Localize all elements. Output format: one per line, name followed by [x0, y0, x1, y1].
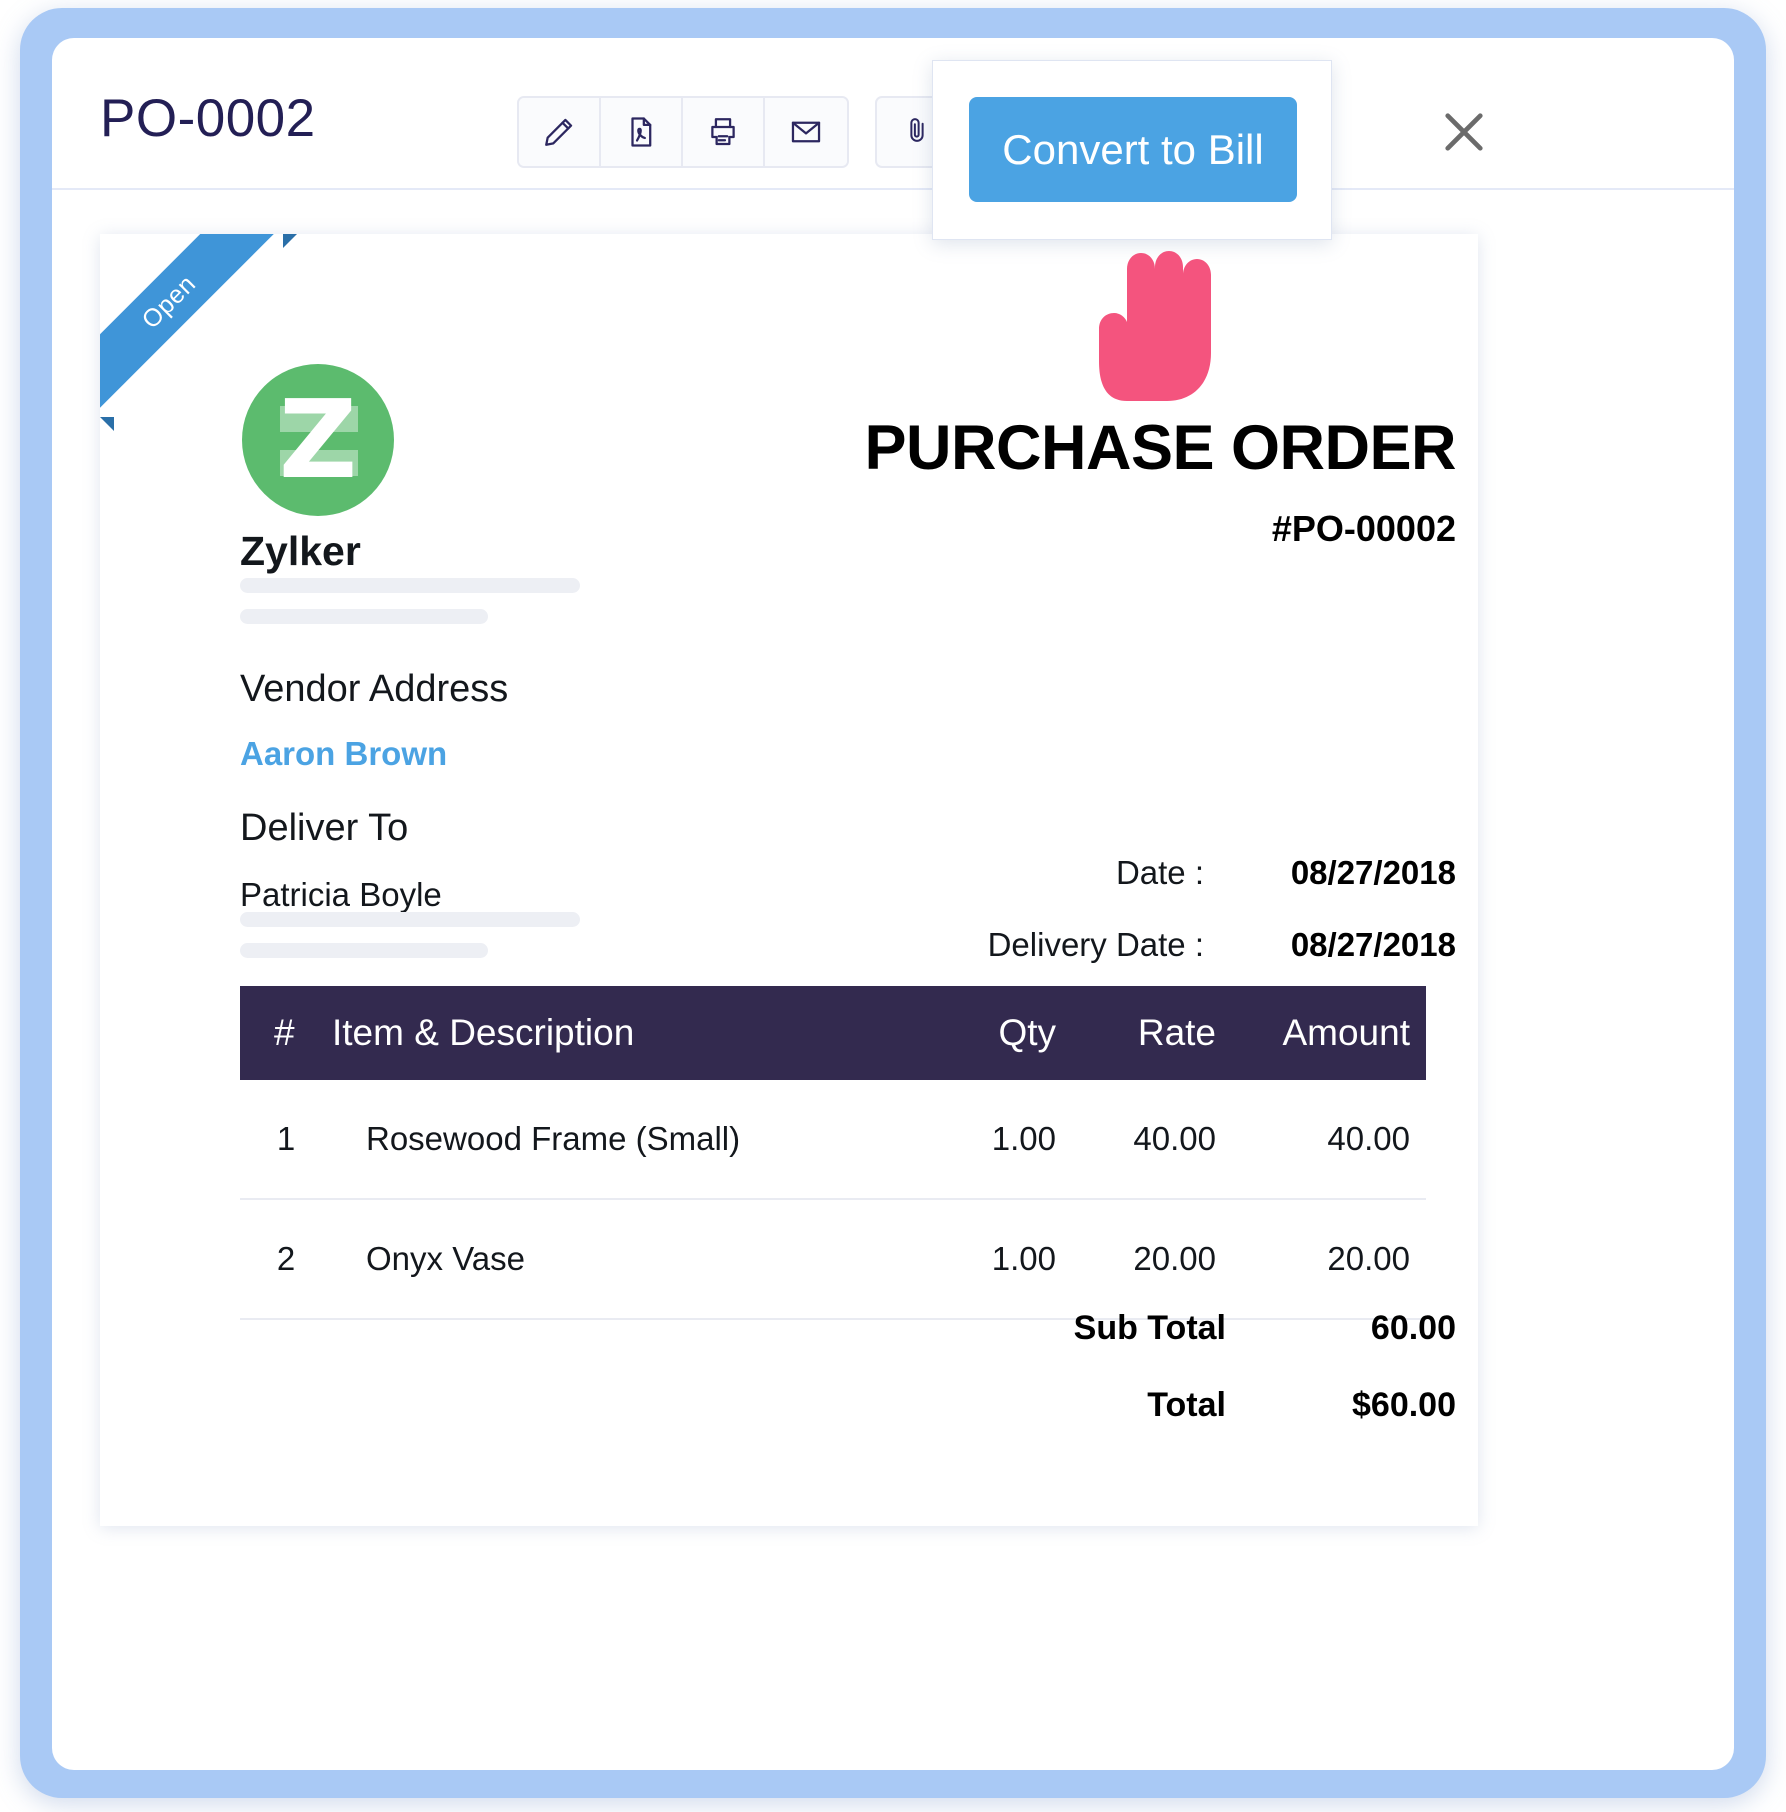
- company-name: Zylker: [240, 528, 361, 574]
- column-header-rate: Rate: [1137, 1012, 1216, 1053]
- document-title: PURCHASE ORDER: [864, 413, 1456, 483]
- cell-qty: 1.00: [914, 1199, 1056, 1320]
- table-row: 1 Rosewood Frame (Small) 1.00 40.00 40.0…: [240, 1080, 1426, 1200]
- dates-block: Date : 08/27/2018 Delivery Date : 08/27/…: [836, 854, 1456, 998]
- close-button[interactable]: [1438, 106, 1490, 158]
- pdf-icon: [624, 115, 658, 149]
- table-body: 1 Rosewood Frame (Small) 1.00 40.00 40.0…: [240, 1080, 1426, 1320]
- date-row: Date : 08/27/2018: [836, 854, 1456, 892]
- email-icon: [789, 115, 823, 149]
- table-header: # Item & Description Qty Rate Amount: [240, 986, 1426, 1080]
- vendor-address-value[interactable]: Aaron Brown: [240, 735, 447, 773]
- delivery-date-value: 08/27/2018: [1290, 926, 1456, 963]
- cell-index: 2: [240, 1199, 332, 1320]
- document-number: #PO-00002: [1271, 508, 1456, 549]
- edit-icon: [542, 115, 576, 149]
- total-label: Total: [1147, 1386, 1226, 1424]
- column-header-qty: Qty: [998, 1012, 1056, 1053]
- vendor-address-label: Vendor Address: [240, 668, 509, 710]
- date-row: Delivery Date : 08/27/2018: [836, 926, 1456, 964]
- subtotal-label: Sub Total: [1073, 1309, 1226, 1347]
- date-value: 08/27/2018: [1290, 854, 1456, 891]
- deliver-to-value: Patricia Boyle: [240, 876, 442, 913]
- application-window: PO-0002 Open Z Zylker Vendor Address Aar…: [20, 8, 1766, 1798]
- logo-letter: Z: [278, 377, 358, 503]
- cell-description: Onyx Vase: [332, 1199, 914, 1320]
- address-placeholder-line: [240, 609, 488, 624]
- company-logo: Z: [242, 364, 394, 516]
- totals-block: Sub Total 60.00 Total $60.00: [736, 1309, 1456, 1463]
- deliver-to-label: Deliver To: [240, 807, 409, 849]
- email-button[interactable]: [765, 98, 847, 166]
- ribbon-fold-right: [283, 234, 297, 248]
- date-label: Date :: [1115, 854, 1204, 891]
- pdf-button[interactable]: [601, 98, 683, 166]
- total-value: $60.00: [1352, 1386, 1456, 1424]
- cell-description: Rosewood Frame (Small): [332, 1080, 914, 1200]
- deliver-placeholder-line: [240, 943, 488, 958]
- cell-qty: 1.00: [914, 1080, 1056, 1200]
- cell-index: 1: [240, 1080, 332, 1200]
- action-icon-group: [517, 96, 849, 168]
- total-row: Total $60.00: [736, 1386, 1456, 1425]
- window-content: PO-0002 Open Z Zylker Vendor Address Aar…: [52, 38, 1734, 1770]
- close-icon: [1438, 113, 1490, 162]
- edit-button[interactable]: [519, 98, 601, 166]
- subtotal-row: Sub Total 60.00: [736, 1309, 1456, 1348]
- cell-amount: 40.00: [1216, 1080, 1426, 1200]
- address-placeholder-line: [240, 578, 580, 593]
- logo-sheen-top: [280, 406, 358, 432]
- subtotal-value: 60.00: [1370, 1309, 1456, 1347]
- table-header-row: # Item & Description Qty Rate Amount: [240, 986, 1426, 1080]
- print-button[interactable]: [683, 98, 765, 166]
- cell-amount: 20.00: [1216, 1199, 1426, 1320]
- print-icon: [706, 115, 740, 149]
- deliver-placeholder-line: [240, 912, 580, 927]
- page-title: PO-0002: [100, 89, 316, 148]
- column-header-amount: Amount: [1282, 1012, 1410, 1053]
- ribbon-fold-left: [100, 417, 114, 431]
- document-header-bar: PO-0002: [52, 38, 1734, 190]
- logo-sheen-bottom: [280, 450, 358, 476]
- convert-to-bill-popup: Convert to Bill: [932, 60, 1332, 240]
- delivery-date-label: Delivery Date :: [987, 926, 1204, 963]
- table-row: 2 Onyx Vase 1.00 20.00 20.00: [240, 1199, 1426, 1320]
- column-header-item: Item & Description: [332, 1012, 635, 1053]
- convert-to-bill-label: Convert to Bill: [1002, 125, 1264, 173]
- convert-to-bill-button[interactable]: Convert to Bill: [969, 97, 1297, 202]
- column-header-index: #: [274, 1012, 295, 1053]
- cell-rate: 40.00: [1056, 1080, 1216, 1200]
- purchase-order-document: Open Z Zylker Vendor Address Aaron Brown…: [100, 234, 1478, 1526]
- paperclip-icon: [902, 115, 932, 150]
- line-items-table: # Item & Description Qty Rate Amount 1 R…: [240, 986, 1426, 1320]
- cell-rate: 20.00: [1056, 1199, 1216, 1320]
